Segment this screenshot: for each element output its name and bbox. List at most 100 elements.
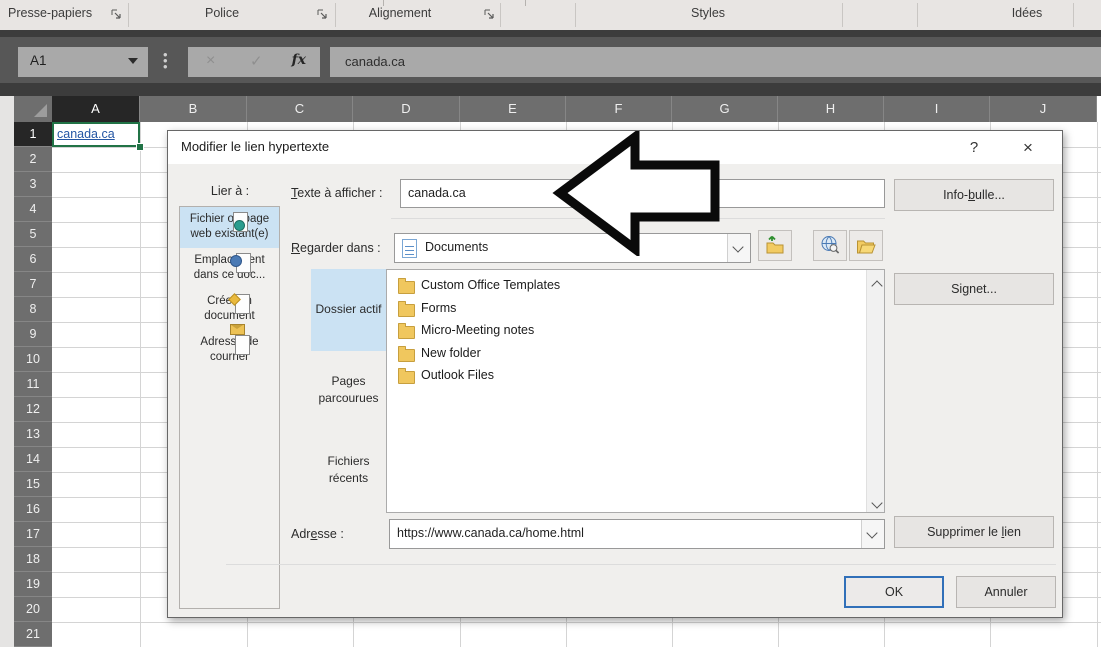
look-in-dropdown[interactable]: Documents: [394, 233, 751, 263]
up-one-folder-button[interactable]: [758, 230, 792, 261]
ribbon-group-divider: [128, 3, 129, 27]
row-header-4[interactable]: 4: [14, 197, 52, 222]
browse-tab-recent-files[interactable]: Fichiers récents: [311, 447, 386, 493]
remove-link-button[interactable]: Supprimer le lien: [894, 516, 1054, 548]
close-icon[interactable]: ×: [1008, 131, 1048, 164]
cell-a1-hyperlink[interactable]: canada.ca: [57, 127, 115, 141]
file-list-item[interactable]: Outlook Files: [387, 365, 847, 387]
ribbon-group-divider: [1073, 3, 1074, 27]
row-header-14[interactable]: 14: [14, 447, 52, 472]
enter-icon[interactable]: ✓: [250, 52, 263, 70]
folder-icon: [398, 371, 415, 384]
scroll-up-button[interactable]: [867, 270, 884, 287]
link-type-selected[interactable]: Fichier ou page web existant(e): [180, 207, 279, 248]
browse-tabs: Dossier actif Pages parcourues Fichiers ré…: [311, 269, 386, 509]
select-all-button[interactable]: [14, 96, 53, 123]
insert-function-icon[interactable]: fx: [292, 52, 306, 68]
column-header-h[interactable]: H: [778, 96, 884, 122]
link-type-option[interactable]: Emplacement dans ce doc...: [180, 248, 279, 289]
ribbon-group-divider: [500, 3, 501, 27]
row-header-6[interactable]: 6: [14, 247, 52, 272]
name-box[interactable]: A1: [18, 47, 148, 77]
cancel-icon[interactable]: ×: [206, 52, 215, 70]
cell-a1[interactable]: canada.ca: [52, 122, 140, 147]
browse-tab-label: Dossier actif: [315, 301, 381, 318]
row-header-1[interactable]: 1: [14, 122, 52, 147]
address-dropdown-button[interactable]: [861, 520, 884, 548]
file-list-item[interactable]: Micro-Meeting notes: [387, 320, 847, 342]
fill-handle[interactable]: [136, 143, 144, 151]
row-header-20[interactable]: 20: [14, 597, 52, 622]
folder-icon: [398, 326, 415, 339]
address-label: Adresse :: [291, 527, 344, 541]
column-header-g[interactable]: G: [672, 96, 778, 122]
row-header-8[interactable]: 8: [14, 297, 52, 322]
file-list-scrollbar[interactable]: [866, 270, 884, 512]
tooltip-button[interactable]: Info-bulle...: [894, 179, 1054, 211]
row-header-16[interactable]: 16: [14, 497, 52, 522]
row-header-2[interactable]: 2: [14, 147, 52, 172]
dialog-title-bar[interactable]: Modifier le lien hypertexte: [168, 131, 1062, 164]
row-header-5[interactable]: 5: [14, 222, 52, 247]
row-header-15[interactable]: 15: [14, 472, 52, 497]
row-header-3[interactable]: 3: [14, 172, 52, 197]
row-header-7[interactable]: 7: [14, 272, 52, 297]
browse-files-button[interactable]: [849, 230, 883, 261]
column-header-f[interactable]: F: [566, 96, 672, 122]
row-header-9[interactable]: 9: [14, 322, 52, 347]
file-name: Micro-Meeting notes: [421, 323, 534, 337]
column-header-i[interactable]: I: [884, 96, 990, 122]
formula-bar: A1 ••• × ✓ fx canada.ca: [0, 37, 1101, 83]
row-header-10[interactable]: 10: [14, 347, 52, 372]
cancel-button[interactable]: Annuler: [956, 576, 1056, 608]
row-header-18[interactable]: 18: [14, 547, 52, 572]
text-to-display-input[interactable]: canada.ca: [400, 179, 885, 208]
dialog-launcher-icon[interactable]: [316, 8, 329, 21]
browse-web-button[interactable]: [813, 230, 847, 261]
help-button[interactable]: ?: [954, 131, 994, 164]
formula-bar-lower-band: [0, 83, 1101, 96]
bookmark-button[interactable]: Signet...: [894, 273, 1054, 305]
file-list-item[interactable]: New folder: [387, 343, 847, 365]
row-header-19[interactable]: 19: [14, 572, 52, 597]
ribbon-group-label: Presse-papiers: [8, 6, 92, 20]
browse-tab-current-folder[interactable]: Dossier actif: [311, 269, 386, 351]
file-list-item[interactable]: Forms: [387, 298, 847, 320]
ok-button[interactable]: OK: [844, 576, 944, 608]
chevron-down-icon: [732, 241, 743, 252]
file-list[interactable]: Custom Office TemplatesForms Micro-Meetin…: [386, 269, 885, 513]
dialog-launcher-icon[interactable]: [483, 8, 496, 21]
ribbon-group-divider: [335, 3, 336, 27]
ribbon-tick: [525, 0, 526, 6]
link-type-label: Emplacement dans ce doc...: [182, 253, 277, 283]
cell-reference: A1: [30, 53, 47, 68]
folder-icon: [398, 304, 415, 317]
column-header-a[interactable]: A: [52, 96, 140, 122]
row-header-12[interactable]: 12: [14, 397, 52, 422]
column-header-b[interactable]: B: [140, 96, 247, 122]
column-header-c[interactable]: C: [247, 96, 353, 122]
chevron-down-icon: [871, 497, 882, 508]
scroll-down-button[interactable]: [867, 495, 884, 512]
name-box-dropdown-icon[interactable]: [128, 58, 138, 64]
look-in-dropdown-button[interactable]: [727, 234, 750, 262]
address-dropdown[interactable]: https://www.canada.ca/home.html: [389, 519, 885, 549]
column-header-d[interactable]: D: [353, 96, 460, 122]
row-header-11[interactable]: 11: [14, 372, 52, 397]
link-type-option[interactable]: Adresse de courrier: [180, 330, 279, 371]
column-header-j[interactable]: J: [990, 96, 1097, 122]
file-list-item[interactable]: Custom Office Templates: [387, 275, 847, 297]
row-header-17[interactable]: 17: [14, 522, 52, 547]
open-folder-icon: [855, 235, 877, 255]
separator: [391, 218, 885, 219]
row-header-21[interactable]: 21: [14, 622, 52, 647]
row-header-13[interactable]: 13: [14, 422, 52, 447]
column-header-e[interactable]: E: [460, 96, 566, 122]
formula-input[interactable]: canada.ca: [330, 47, 1101, 77]
ribbon-strip: Presse-papiersPoliceAlignementStylesIdée…: [0, 0, 1101, 31]
browse-tab-label: Fichiers récents: [311, 453, 386, 488]
dialog-launcher-icon[interactable]: [110, 8, 123, 21]
browse-tab-browsed-pages[interactable]: Pages parcourues: [311, 367, 386, 413]
dialog-title: Modifier le lien hypertexte: [181, 139, 329, 154]
ribbon-group-label: Police: [205, 6, 239, 20]
